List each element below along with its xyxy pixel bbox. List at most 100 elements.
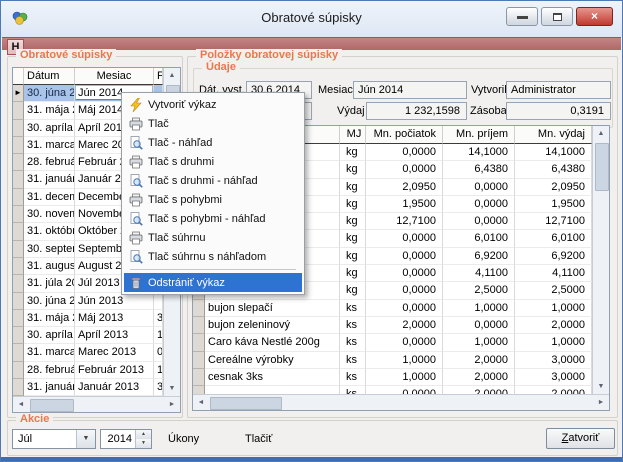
cell-datum[interactable]: 30. júna 2013: [24, 293, 75, 310]
menu-item[interactable]: Vytvoriť výkaz: [124, 95, 302, 114]
cell-mj[interactable]: ks: [340, 317, 366, 334]
cell-mj[interactable]: ks: [340, 352, 366, 369]
scroll-down-icon[interactable]: ▼: [164, 381, 180, 396]
cell-datum[interactable]: 31. decembra 2013: [24, 189, 75, 206]
row-selector[interactable]: [13, 206, 24, 223]
titlebar[interactable]: Obratové súpisky ×: [1, 1, 622, 37]
cell-pociatok[interactable]: 0,0000: [366, 248, 443, 265]
row-selector[interactable]: [13, 137, 24, 154]
row-selector[interactable]: [193, 334, 205, 351]
cell-pociatok[interactable]: 0,0000: [366, 161, 443, 178]
cell-prijem[interactable]: 0,0000: [443, 317, 515, 334]
cell-vydaj[interactable]: 3,0000: [515, 352, 592, 369]
cell-vydaj[interactable]: 2,0000: [515, 386, 592, 394]
zatvorit-button[interactable]: Zatvoriť: [546, 428, 615, 449]
column-header-pociatok[interactable]: Mn. počiatok: [366, 126, 443, 144]
cell-prijem[interactable]: 2,0000: [443, 369, 515, 386]
cell-prijem[interactable]: 6,0100: [443, 230, 515, 247]
scroll-right-icon[interactable]: ►: [593, 395, 609, 410]
cell-datum[interactable]: 30. septembra 2013: [24, 241, 75, 258]
cell-pociatok[interactable]: 1,9500: [366, 196, 443, 213]
row-selector[interactable]: [13, 189, 24, 206]
tlacit-button[interactable]: Tlačiť: [245, 433, 272, 445]
cell-pociatok[interactable]: 0,0000: [366, 144, 443, 161]
row-selector[interactable]: [13, 241, 24, 258]
cell-vydaj[interactable]: 12,7100: [515, 213, 592, 230]
cell-mesiac[interactable]: Február 2013: [75, 362, 154, 379]
cell-mj[interactable]: ks: [340, 334, 366, 351]
cell-prijem[interactable]: 14,1000: [443, 144, 515, 161]
scroll-up-icon[interactable]: ▲: [164, 68, 180, 83]
cell-mj[interactable]: kg: [340, 161, 366, 178]
row-selector[interactable]: [13, 310, 24, 327]
row-selector[interactable]: [13, 379, 24, 396]
cell-prijem[interactable]: 4,1100: [443, 265, 515, 282]
close-button[interactable]: ×: [576, 7, 613, 26]
column-header-mj[interactable]: MJ: [340, 126, 366, 144]
row-selector[interactable]: [193, 369, 205, 386]
scroll-up-icon[interactable]: ▲: [593, 126, 609, 141]
cell-datum[interactable]: 31. júla 2013: [24, 275, 75, 292]
cell-mesiac[interactable]: Január 2013: [75, 379, 154, 396]
scroll-thumb[interactable]: [595, 143, 609, 191]
cell-mesiac[interactable]: Apríl 2013: [75, 327, 154, 344]
column-header-extra[interactable]: F: [154, 68, 163, 85]
row-selector[interactable]: [13, 293, 24, 310]
row-selector[interactable]: [193, 352, 205, 369]
zasoba-field[interactable]: 0,3191: [506, 102, 611, 120]
cell-vydaj[interactable]: 2,0950: [515, 179, 592, 196]
row-selector[interactable]: [13, 258, 24, 275]
row-selector[interactable]: [13, 154, 24, 171]
row-selector[interactable]: [193, 317, 205, 334]
cell-extra[interactable]: 0: [154, 344, 163, 361]
cell-datum[interactable]: 28. februára 2014: [24, 154, 75, 171]
cell-nazov[interactable]: cesnak 3ks: [205, 369, 340, 386]
cell-mj[interactable]: kg: [340, 282, 366, 299]
cell-mj[interactable]: kg: [340, 179, 366, 196]
menu-item[interactable]: Tlač súhrnu s náhľadom: [124, 247, 302, 266]
item-row[interactable]: cesnak 3ksks1,00002,00003,0000: [193, 369, 592, 386]
cell-vydaj[interactable]: 2,5000: [515, 282, 592, 299]
cell-vydaj[interactable]: 6,9200: [515, 248, 592, 265]
column-header-prijem[interactable]: Mn. príjem: [443, 126, 515, 144]
cell-datum[interactable]: 30. júna 2014: [24, 85, 75, 102]
menu-item[interactable]: Tlač s druhmi: [124, 152, 302, 171]
cell-pociatok[interactable]: 2,0950: [366, 179, 443, 196]
row-selector[interactable]: [13, 275, 24, 292]
cell-pociatok[interactable]: 0,0000: [366, 230, 443, 247]
menu-item[interactable]: Tlač súhrnu: [124, 228, 302, 247]
scroll-thumb[interactable]: [210, 397, 282, 410]
cell-prijem[interactable]: 1,0000: [443, 300, 515, 317]
cell-prijem[interactable]: 6,9200: [443, 248, 515, 265]
row-selector[interactable]: [13, 102, 24, 119]
cell-extra[interactable]: 1: [154, 327, 163, 344]
cell-vydaj[interactable]: 1,0000: [515, 334, 592, 351]
row-selector[interactable]: [193, 300, 205, 317]
cell-mj[interactable]: kg: [340, 265, 366, 282]
turnover-row[interactable]: 31. mája 2013Máj 20133: [13, 310, 163, 327]
cell-pociatok[interactable]: 0,0000: [366, 300, 443, 317]
scroll-right-icon[interactable]: ►: [164, 397, 180, 412]
cell-datum[interactable]: 30. apríla 2013: [24, 327, 75, 344]
cell-extra[interactable]: 1: [154, 362, 163, 379]
row-selector[interactable]: [13, 120, 24, 137]
cell-datum[interactable]: 31. marca 2013: [24, 344, 75, 361]
cell-vydaj[interactable]: 1,9500: [515, 196, 592, 213]
menu-item[interactable]: Tlač: [124, 114, 302, 133]
turnover-row[interactable]: 31. marca 2013Marec 20130: [13, 344, 163, 361]
item-row[interactable]: Cereálne výrobkyks1,00002,00003,0000: [193, 352, 592, 369]
cell-extra[interactable]: [154, 293, 163, 310]
spin-down-icon[interactable]: ▼: [136, 439, 151, 448]
cell-vydaj[interactable]: 1,0000: [515, 300, 592, 317]
minimize-button[interactable]: [506, 7, 538, 26]
mesiac-field[interactable]: Jún 2014: [353, 81, 467, 99]
cell-datum[interactable]: 31. mája 2014: [24, 102, 75, 119]
cell-mj[interactable]: kg: [340, 144, 366, 161]
turnover-row[interactable]: 30. júna 2013Jún 2013: [13, 293, 163, 310]
year-spinner[interactable]: 2014 ▲ ▼: [100, 429, 152, 449]
row-selector[interactable]: [13, 327, 24, 344]
cell-nazov[interactable]: Cereálne výrobky: [205, 352, 340, 369]
cell-prijem[interactable]: 0,0000: [443, 213, 515, 230]
cell-extra[interactable]: 3: [154, 310, 163, 327]
item-row[interactable]: Caro káva Nestlé 200gks0,00001,00001,000…: [193, 334, 592, 351]
